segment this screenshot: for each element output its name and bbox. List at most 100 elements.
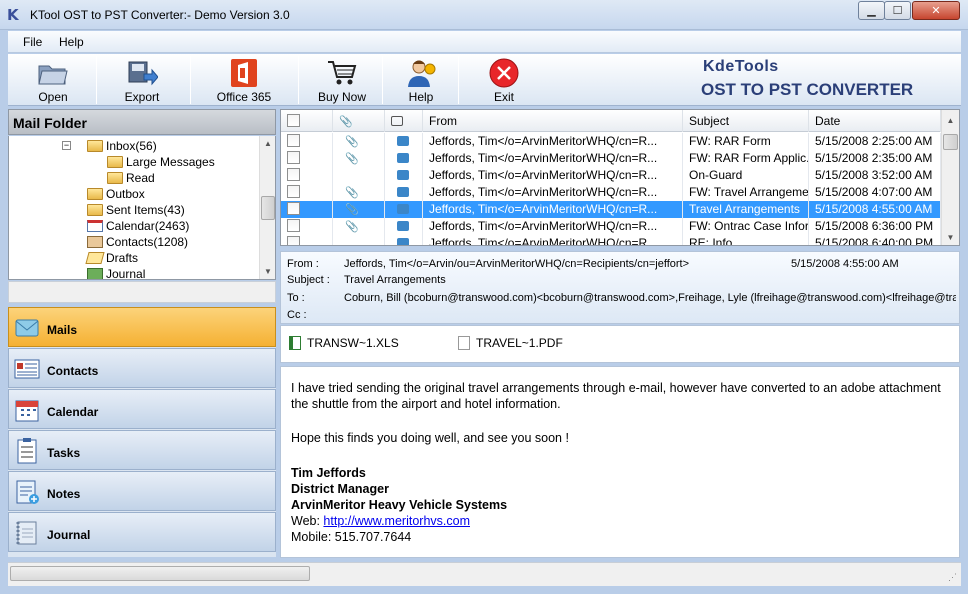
folder-open-icon (38, 65, 68, 85)
tasks-icon (17, 438, 37, 464)
nav-journal[interactable]: Journal (8, 512, 276, 552)
folder-contacts[interactable]: Contacts(1208) (87, 234, 188, 250)
folder-tree-scrollbar[interactable]: ▲ ▼ (259, 136, 275, 279)
nav-notes[interactable]: Notes (8, 471, 276, 511)
body-line-2: the shuttle from the airport and hotel i… (291, 397, 561, 411)
table-row[interactable]: 📎 Jeffords, Tim</o=ArvinMeritorWHQ/cn=R..… (281, 218, 941, 235)
table-row[interactable]: 📎 Jeffords, Tim</o=ArvinMeritorWHQ/cn=R..… (281, 150, 941, 167)
folder-calendar[interactable]: Calendar(2463) (87, 218, 189, 234)
cc-label: Cc : (287, 309, 307, 321)
scroll-thumb[interactable] (943, 134, 958, 150)
navigation-pane: Mails Contacts Calendar Tasks Notes Jour… (8, 307, 276, 557)
tree-collapse-icon[interactable]: − (62, 141, 71, 150)
attachment-xls[interactable]: TRANSW~1.XLS (289, 336, 399, 350)
col-subject[interactable]: Subject (683, 110, 809, 132)
nav-tasks[interactable]: Tasks (8, 430, 276, 470)
table-row[interactable]: Jeffords, Tim</o=ArvinMeritorWHQ/cn=R...… (281, 167, 941, 184)
row-from: Jeffords, Tim</o=ArvinMeritorWHQ/cn=R... (423, 167, 683, 184)
folder-icon (87, 140, 103, 152)
from-value: Jeffords, Tim</o=Arvin/ou=ArvinMeritorWH… (344, 258, 690, 270)
row-cell (333, 235, 385, 245)
website-link[interactable]: http://www.meritorhvs.com (323, 514, 470, 528)
cart-icon (328, 61, 357, 85)
message-list-scrollbar[interactable]: ▲ ▼ (941, 110, 959, 245)
col-type[interactable] (385, 110, 423, 132)
signature-company: ArvinMeritor Heavy Vehicle Systems (291, 498, 508, 512)
paperclip-icon: 📎 (339, 115, 353, 128)
folder-inbox[interactable]: Inbox(56) (87, 138, 157, 154)
message-header-panel: From : Jeffords, Tim</o=Arvin/ou=ArvinMe… (280, 251, 960, 324)
signature-name: Tim Jeffords (291, 466, 366, 480)
row-subject: FW: Travel Arrangeme... (683, 184, 809, 201)
row-checkbox[interactable] (287, 185, 300, 198)
contacts-icon (87, 236, 103, 248)
row-cell (385, 150, 423, 167)
col-date[interactable]: Date (809, 110, 941, 132)
buy-now-button[interactable]: Buy Now (302, 54, 382, 106)
folder-sent-items[interactable]: Sent Items(43) (87, 202, 185, 218)
table-row[interactable]: 📎 Jeffords, Tim</o=ArvinMeritorWHQ/cn=R..… (281, 133, 941, 150)
exit-button[interactable]: Exit (464, 54, 544, 106)
folder-large-messages[interactable]: Large Messages (107, 154, 215, 170)
menu-help[interactable]: Help (59, 35, 84, 49)
minimize-button[interactable]: ▁ (858, 1, 885, 20)
table-row[interactable]: 📎 Jeffords, Tim</o=ArvinMeritorWHQ/cn=R..… (281, 201, 941, 218)
help-button[interactable]: Help (384, 54, 458, 106)
scroll-up-icon[interactable]: ▲ (260, 139, 275, 148)
export-button[interactable]: Export (100, 54, 184, 106)
row-from: Jeffords, Tim</o=ArvinMeritorWHQ/cn=R... (423, 133, 683, 150)
envelope-icon (397, 238, 409, 245)
row-checkbox[interactable] (287, 134, 300, 147)
scroll-down-icon[interactable]: ▼ (260, 267, 275, 276)
nav-mails[interactable]: Mails (8, 307, 276, 347)
nav-calendar[interactable]: Calendar (8, 389, 276, 429)
folder-outbox[interactable]: Outbox (87, 186, 145, 202)
row-cell (281, 133, 333, 150)
select-all-checkbox[interactable] (287, 114, 300, 127)
row-cell (385, 235, 423, 245)
row-checkbox[interactable] (287, 202, 300, 215)
subject-value: Travel Arrangements (344, 274, 446, 286)
col-from[interactable]: From (423, 110, 683, 132)
folder-journal[interactable]: Journal (87, 266, 145, 279)
open-button[interactable]: Open (10, 54, 96, 106)
subject-label: Subject : (287, 274, 330, 286)
help-label: Help (408, 90, 434, 104)
col-attachment[interactable]: 📎 (333, 110, 385, 132)
maximize-button[interactable]: ☐ (884, 1, 911, 20)
attachments-bar: TRANSW~1.XLS TRAVEL~1.PDF (280, 325, 960, 363)
export-icon (128, 61, 158, 86)
folder-tree-hscrollbar[interactable] (8, 281, 276, 303)
office365-button[interactable]: Office 365 (194, 54, 294, 106)
resize-grip-icon[interactable]: ⋰ (948, 572, 957, 583)
scroll-thumb[interactable] (261, 196, 275, 220)
open-label: Open (38, 90, 68, 104)
scroll-up-icon[interactable]: ▲ (942, 116, 959, 125)
envelope-icon (397, 221, 409, 231)
row-checkbox[interactable] (287, 151, 300, 164)
row-checkbox[interactable] (287, 168, 300, 181)
row-cell (385, 218, 423, 235)
close-window-button[interactable]: ✕ (912, 1, 960, 20)
excel-file-icon (289, 336, 301, 350)
drafts-icon (85, 252, 105, 264)
col-select-all[interactable] (281, 110, 333, 132)
row-checkbox[interactable] (287, 219, 300, 232)
attachment-pdf[interactable]: TRAVEL~1.PDF (458, 336, 563, 350)
row-date: 5/15/2008 6:36:00 PM (809, 218, 941, 235)
status-bar: ⋰ (8, 562, 961, 586)
folder-drafts[interactable]: Drafts (85, 250, 138, 266)
pdf-file-icon (458, 336, 470, 350)
row-cell (281, 150, 333, 167)
contacts-card-icon (14, 359, 40, 379)
table-row[interactable]: Jeffords, Tim</o=ArvinMeritorWHQ/cn=R...… (281, 235, 941, 245)
nav-contacts[interactable]: Contacts (8, 348, 276, 388)
row-checkbox[interactable] (287, 236, 300, 245)
menu-bar: File Help (8, 31, 961, 53)
menu-file[interactable]: File (23, 35, 42, 49)
buy-now-label: Buy Now (317, 90, 367, 104)
scroll-down-icon[interactable]: ▼ (942, 233, 959, 242)
folder-read[interactable]: Read (107, 170, 155, 186)
window-title: KTool OST to PST Converter:- Demo Versio… (30, 8, 290, 22)
table-row[interactable]: 📎 Jeffords, Tim</o=ArvinMeritorWHQ/cn=R..… (281, 184, 941, 201)
